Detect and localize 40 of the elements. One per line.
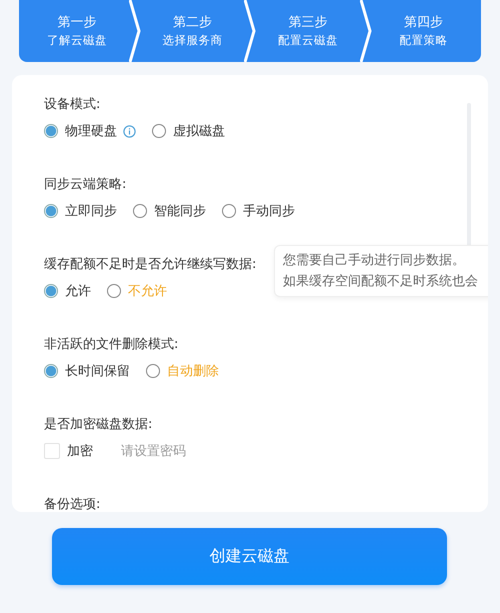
option-label[interactable]: 立即同步: [65, 202, 117, 220]
tooltip-text: 如果缓存空间配额不足时系统也会: [283, 273, 479, 291]
step-separator: [128, 0, 140, 62]
step-title: 第一步: [57, 14, 96, 32]
radio-button[interactable]: [44, 284, 58, 298]
radio-button[interactable]: [44, 364, 58, 378]
option-label[interactable]: 物理硬盘: [65, 122, 117, 140]
section-label: 非活跃的文件删除模式:: [44, 336, 178, 354]
option-label[interactable]: 允许: [65, 282, 91, 300]
section-label: 是否加密磁盘数据:: [44, 416, 152, 434]
radio-button[interactable]: [133, 204, 147, 218]
step-subtitle: 选择服务商: [162, 32, 222, 48]
section-label: 缓存配额不足时是否允许继续写数据:: [44, 256, 256, 274]
create-button[interactable]: 创建云磁盘: [52, 528, 447, 585]
option-label[interactable]: 虚拟磁盘: [173, 122, 225, 140]
step-title: 第四步: [404, 14, 443, 32]
option-label[interactable]: 手动同步: [243, 202, 295, 220]
section-label: 备份选项:: [44, 496, 100, 512]
checkbox[interactable]: [44, 443, 60, 459]
radio-button[interactable]: [107, 284, 121, 298]
option-label[interactable]: 智能同步: [154, 202, 206, 220]
section-label: 同步云端策略:: [44, 176, 126, 194]
radio-button[interactable]: [152, 124, 166, 138]
step-subtitle: 了解云磁盘: [46, 32, 107, 48]
step-title: 第二步: [172, 14, 212, 32]
radio-button[interactable]: [146, 364, 160, 378]
step-subtitle: 配置策略: [399, 32, 448, 48]
radio-button[interactable]: [222, 204, 236, 218]
info-icon[interactable]: [123, 124, 136, 138]
password-field[interactable]: 请设置密码: [121, 444, 241, 458]
step-subtitle: 配置云磁盘: [278, 32, 338, 48]
step-title: 第三步: [288, 14, 328, 32]
section-label: 设备模式:: [44, 96, 100, 114]
radio-button[interactable]: [44, 204, 58, 218]
tooltip-text: 您需要自己手动进行同步数据。: [283, 252, 466, 270]
radio-button[interactable]: [44, 124, 58, 138]
option-label[interactable]: 长时间保留: [65, 362, 130, 380]
step-separator: [244, 0, 256, 62]
step-separator: [360, 0, 372, 62]
checkbox-label[interactable]: 加密: [67, 442, 93, 460]
